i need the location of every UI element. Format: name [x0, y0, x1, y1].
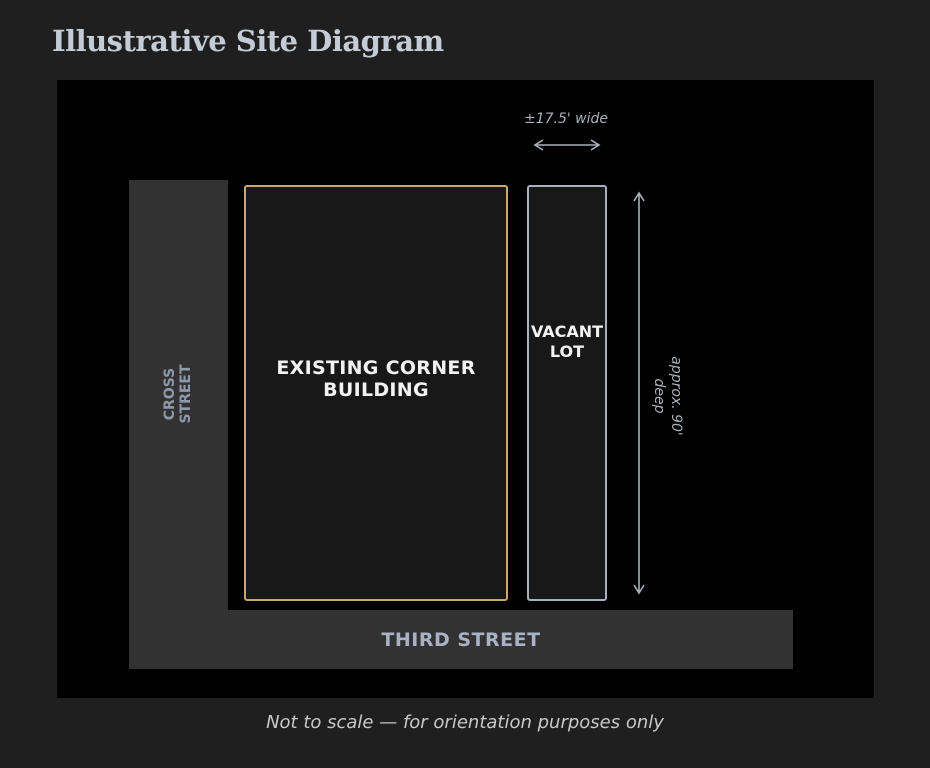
depth-dimension-label: approx. 90' deep [651, 356, 684, 436]
page-title: Illustrative Site Diagram [52, 24, 444, 58]
scale-caption: Not to scale — for orientation purposes … [266, 712, 664, 733]
site-diagram-page: Illustrative Site Diagram THIRD STREET C… [0, 0, 930, 768]
building-label: EXISTING CORNER BUILDING [276, 357, 476, 401]
vacant-lot-label: VACANT LOT [530, 322, 604, 361]
width-dimension-label: ±17.5' wide [523, 111, 609, 127]
cross-street-label: CROSS STREET [162, 364, 194, 424]
vacant-lot [527, 185, 607, 601]
third-street-label: THIRD STREET [381, 628, 541, 651]
